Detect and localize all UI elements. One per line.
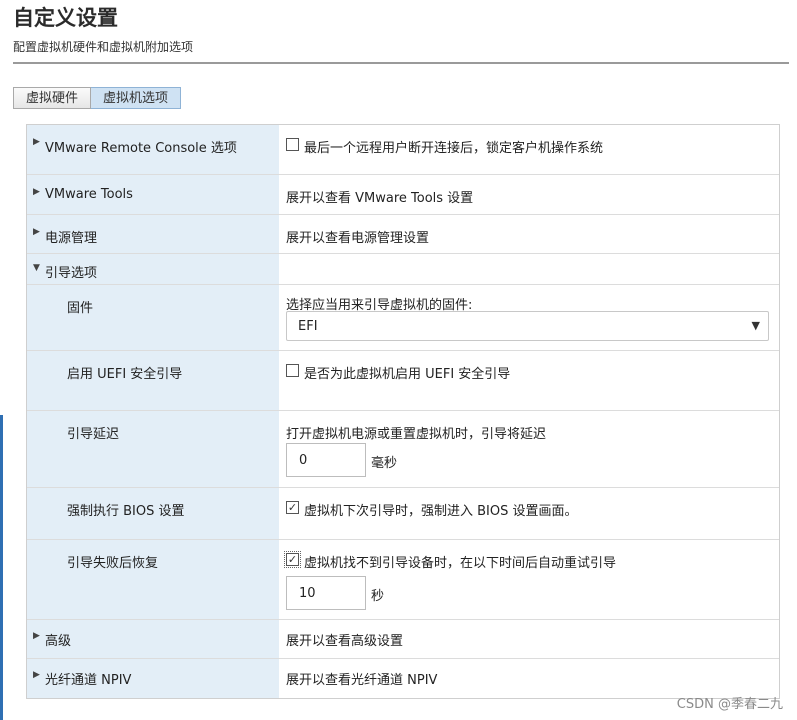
checkbox-label: 虚拟机找不到引导设备时，在以下时间后自动重试引导 bbox=[304, 556, 617, 571]
row-force-bios: 强制执行 BIOS 设置 ✓ 虚拟机下次引导时，强制进入 BIOS 设置画面。 bbox=[27, 487, 779, 539]
row-firmware: 固件 选择应当用来引导虚拟机的固件: EFI ▼ bbox=[27, 284, 779, 350]
triangle-down-icon[interactable]: ▼ bbox=[33, 263, 40, 273]
row-header-remote-console[interactable]: ▶ VMware Remote Console 选项 bbox=[27, 125, 279, 174]
checkmark-icon: ✓ bbox=[287, 501, 298, 514]
row-boot-retry: 引导失败后恢复 ✓ 虚拟机找不到引导设备时，在以下时间后自动重试引导 10 秒 bbox=[27, 539, 779, 619]
tab-vm-options[interactable]: 虚拟机选项 bbox=[91, 87, 182, 109]
triangle-right-icon[interactable]: ▶ bbox=[33, 187, 40, 197]
row-label: 固件 bbox=[67, 301, 94, 316]
row-label: 启用 UEFI 安全引导 bbox=[67, 367, 183, 382]
input-value: 0 bbox=[299, 453, 308, 468]
row-boot-options: ▼ 引导选项 bbox=[27, 253, 779, 284]
lock-guest-os-checkbox[interactable] bbox=[286, 138, 299, 151]
tab-bar: 虚拟硬件 虚拟机选项 bbox=[13, 87, 182, 109]
checkbox-label: 最后一个远程用户断开连接后，锁定客户机操作系统 bbox=[304, 141, 604, 156]
triangle-right-icon[interactable]: ▶ bbox=[33, 137, 40, 147]
firmware-selected-value: EFI bbox=[298, 319, 318, 334]
row-advanced: ▶ 高级 展开以查看高级设置 bbox=[27, 619, 779, 658]
row-vmware-tools: ▶ VMware Tools 展开以查看 VMware Tools 设置 bbox=[27, 174, 779, 214]
checkbox-label: 虚拟机下次引导时，强制进入 BIOS 设置画面。 bbox=[304, 504, 578, 519]
input-value: 10 bbox=[299, 586, 316, 601]
row-label: 电源管理 bbox=[45, 231, 98, 246]
row-header-vmware-tools[interactable]: ▶ VMware Tools bbox=[27, 175, 279, 214]
triangle-right-icon[interactable]: ▶ bbox=[33, 227, 40, 237]
row-label: VMware Remote Console 选项 bbox=[45, 141, 237, 156]
row-uefi-secure-boot: 启用 UEFI 安全引导 是否为此虚拟机启用 UEFI 安全引导 bbox=[27, 350, 779, 410]
boot-retry-checkbox[interactable]: ✓ bbox=[284, 551, 301, 568]
row-label: 引导延迟 bbox=[67, 427, 120, 442]
boot-delay-input[interactable]: 0 bbox=[286, 443, 366, 477]
row-label: VMware Tools bbox=[45, 187, 133, 202]
row-boot-delay: 引导延迟 打开虚拟机电源或重置虚拟机时，引导将延迟 0 毫秒 bbox=[27, 410, 779, 487]
row-power-management: ▶ 电源管理 展开以查看电源管理设置 bbox=[27, 214, 779, 253]
left-accent-bar bbox=[0, 415, 3, 720]
unit-label: 毫秒 bbox=[371, 456, 398, 471]
vm-options-panel: ▶ VMware Remote Console 选项 最后一个远程用户断开连接后… bbox=[26, 124, 780, 699]
tab-virtual-hardware[interactable]: 虚拟硬件 bbox=[13, 87, 92, 109]
unit-label: 秒 bbox=[371, 589, 385, 604]
row-label: 强制执行 BIOS 设置 bbox=[67, 504, 185, 519]
checkmark-icon: ✓ bbox=[287, 553, 298, 566]
row-header-power-management[interactable]: ▶ 电源管理 bbox=[27, 215, 279, 253]
row-value: 展开以查看 VMware Tools 设置 bbox=[286, 191, 474, 206]
row-header-npiv[interactable]: ▶ 光纤通道 NPIV bbox=[27, 659, 279, 698]
triangle-right-icon[interactable]: ▶ bbox=[33, 670, 40, 680]
row-label: 引导选项 bbox=[45, 266, 98, 281]
row-value: 展开以查看光纤通道 NPIV bbox=[286, 673, 438, 688]
page-subtitle: 配置虚拟机硬件和虚拟机附加选项 bbox=[13, 40, 194, 54]
watermark: CSDN @季春二九 bbox=[676, 697, 783, 712]
page-title: 自定义设置 bbox=[13, 6, 118, 30]
uefi-secure-boot-checkbox[interactable] bbox=[286, 364, 299, 377]
checkbox-label: 是否为此虚拟机启用 UEFI 安全引导 bbox=[304, 367, 511, 382]
row-label: 高级 bbox=[45, 634, 72, 649]
triangle-right-icon[interactable]: ▶ bbox=[33, 631, 40, 641]
row-value: 展开以查看电源管理设置 bbox=[286, 231, 430, 246]
row-remote-console: ▶ VMware Remote Console 选项 最后一个远程用户断开连接后… bbox=[27, 125, 779, 174]
caret-down-icon: ▼ bbox=[751, 319, 760, 332]
row-label: 光纤通道 NPIV bbox=[45, 673, 132, 688]
row-header-advanced[interactable]: ▶ 高级 bbox=[27, 620, 279, 658]
row-npiv: ▶ 光纤通道 NPIV 展开以查看光纤通道 NPIV bbox=[27, 658, 779, 698]
row-header-boot-options[interactable]: ▼ 引导选项 bbox=[27, 254, 279, 284]
row-value: 展开以查看高级设置 bbox=[286, 634, 404, 649]
force-bios-checkbox[interactable]: ✓ bbox=[286, 501, 299, 514]
firmware-select[interactable]: EFI ▼ bbox=[286, 311, 769, 341]
boot-retry-input[interactable]: 10 bbox=[286, 576, 366, 610]
row-label: 引导失败后恢复 bbox=[67, 556, 159, 571]
header-divider bbox=[13, 62, 789, 64]
boot-delay-description: 打开虚拟机电源或重置虚拟机时，引导将延迟 bbox=[286, 427, 547, 442]
